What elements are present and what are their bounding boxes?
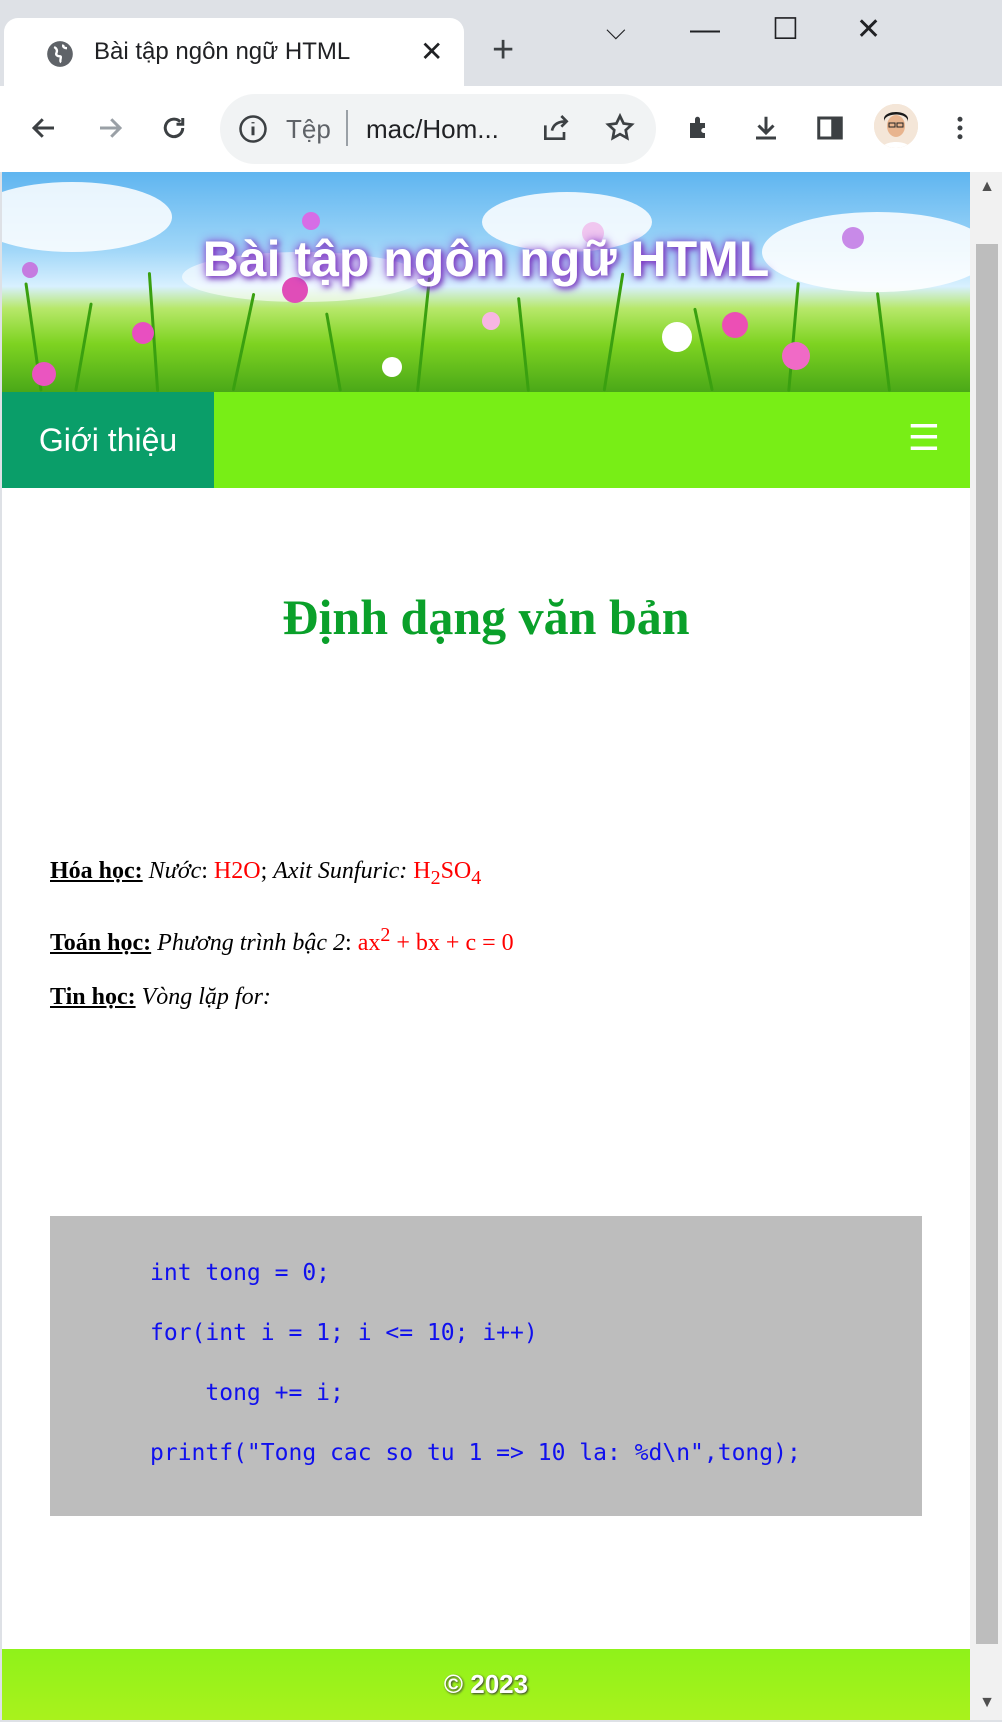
- flower: [382, 357, 402, 377]
- tab-close-icon[interactable]: ✕: [420, 36, 443, 68]
- grass-blade: [693, 307, 714, 392]
- loop-label: Vòng lặp for:: [141, 984, 271, 1010]
- colon: :: [201, 858, 214, 884]
- banner-title: Bài tập ngôn ngữ HTML: [202, 231, 770, 287]
- scroll-down-arrow-icon[interactable]: ▼: [976, 1694, 998, 1712]
- equation-ax: ax: [357, 930, 381, 956]
- hamburger-menu-icon[interactable]: ☰: [908, 418, 940, 458]
- maximize-button[interactable]: ☐: [772, 14, 799, 46]
- code-line: printf("Tong cac so tu 1 => 10 la: %d\n"…: [150, 1440, 801, 1466]
- header-banner: Bài tập ngôn ngữ HTML: [2, 172, 970, 392]
- more-menu-icon[interactable]: [940, 108, 980, 148]
- copyright-text: © 2023: [443, 1669, 529, 1699]
- flower: [662, 322, 692, 352]
- browser-window: Bài tập ngôn ngữ HTML ✕ + ⌵ — ☐ ✕ Tệp ma…: [0, 0, 1002, 1722]
- grass-blade: [231, 292, 256, 392]
- download-icon[interactable]: [746, 108, 786, 148]
- acid-h-subscript: 2: [430, 866, 441, 889]
- share-icon[interactable]: [540, 112, 572, 144]
- browser-toolbar: Tệp mac/Hom...: [0, 86, 1002, 172]
- tab-search-icon[interactable]: ⌵: [606, 14, 626, 46]
- address-divider: [346, 110, 348, 146]
- equation-label: Phương trình bậc 2: [157, 930, 346, 956]
- grass-blade: [875, 292, 892, 392]
- nav-item-gioi-thieu[interactable]: Giới thiệu: [2, 392, 214, 488]
- chemistry-label: Hóa học:: [50, 858, 143, 884]
- colon: :: [399, 858, 414, 884]
- address-bar[interactable]: Tệp mac/Hom...: [220, 94, 656, 164]
- water-label: Nước: [148, 858, 202, 884]
- profile-avatar[interactable]: [874, 104, 918, 148]
- tab-title: Bài tập ngôn ngữ HTML: [94, 38, 351, 65]
- flower: [32, 362, 56, 386]
- semicolon: ;: [260, 858, 274, 884]
- browser-tab[interactable]: Bài tập ngôn ngữ HTML ✕: [4, 18, 464, 86]
- acid-so: SO: [440, 858, 472, 884]
- acid-so-subscript: 4: [471, 866, 482, 889]
- math-line: Toán học: Phương trình bậc 2: ax2 + bx +…: [50, 924, 514, 957]
- code-block: int tong = 0; for(int i = 1; i <= 10; i+…: [50, 1216, 922, 1516]
- flower: [482, 312, 500, 330]
- flower: [782, 342, 810, 370]
- back-icon[interactable]: [24, 108, 64, 148]
- equation-exponent: 2: [380, 924, 391, 946]
- page-title: Định dạng văn bản: [282, 589, 690, 645]
- grass-blade: [415, 277, 432, 392]
- informatics-label: Tin học:: [50, 984, 136, 1010]
- forward-icon[interactable]: [90, 108, 130, 148]
- minimize-button[interactable]: —: [690, 14, 720, 46]
- side-panel-icon[interactable]: [810, 108, 850, 148]
- star-icon[interactable]: [604, 112, 636, 144]
- nav-bar: Giới thiệu ☰: [2, 392, 970, 488]
- grass-blade: [74, 302, 93, 392]
- reload-icon[interactable]: [154, 108, 194, 148]
- acid-h: H: [413, 858, 431, 884]
- grass-blade: [787, 282, 800, 392]
- extensions-icon[interactable]: [680, 108, 720, 148]
- flower: [132, 322, 154, 344]
- water-formula: H2O: [213, 858, 261, 884]
- address-scheme: Tệp: [286, 114, 331, 144]
- vertical-scrollbar[interactable]: ▲ ▼: [970, 172, 1002, 1720]
- new-tab-button[interactable]: +: [492, 30, 514, 70]
- scroll-up-arrow-icon[interactable]: ▲: [976, 178, 998, 196]
- informatics-line: Tin học: Vòng lặp for:: [50, 984, 271, 1011]
- equation-rest: + bx + c = 0: [390, 930, 514, 956]
- chemistry-line: Hóa học: Nước: H2O; Axit Sunfuric: H2SO4: [50, 858, 481, 890]
- page-footer: © 2023: [2, 1649, 970, 1720]
- grass-blade: [325, 312, 342, 392]
- math-label: Toán học:: [50, 930, 152, 956]
- acid-label: Axit Sunfuric: [273, 858, 400, 884]
- flower: [302, 212, 320, 230]
- address-url[interactable]: mac/Hom...: [366, 114, 499, 145]
- globe-icon: [47, 41, 73, 67]
- code-line: for(int i = 1; i <= 10; i++): [150, 1320, 538, 1346]
- scrollbar-thumb[interactable]: [976, 244, 998, 1644]
- acid-formula: H2SO4: [413, 858, 481, 889]
- equation: ax2 + bx + c = 0: [357, 924, 514, 956]
- flower: [722, 312, 748, 338]
- code-line: tong += i;: [150, 1380, 344, 1406]
- info-icon[interactable]: [238, 114, 268, 144]
- close-window-button[interactable]: ✕: [856, 14, 881, 46]
- colon: :: [345, 930, 358, 956]
- page-viewport: Bài tập ngôn ngữ HTML Giới thiệu ☰ Định …: [2, 172, 970, 1720]
- grass-blade: [517, 297, 530, 392]
- code-line: int tong = 0;: [150, 1260, 331, 1286]
- grass-blade: [602, 272, 625, 392]
- tab-strip: Bài tập ngôn ngữ HTML ✕ + ⌵ — ☐ ✕: [0, 0, 1002, 86]
